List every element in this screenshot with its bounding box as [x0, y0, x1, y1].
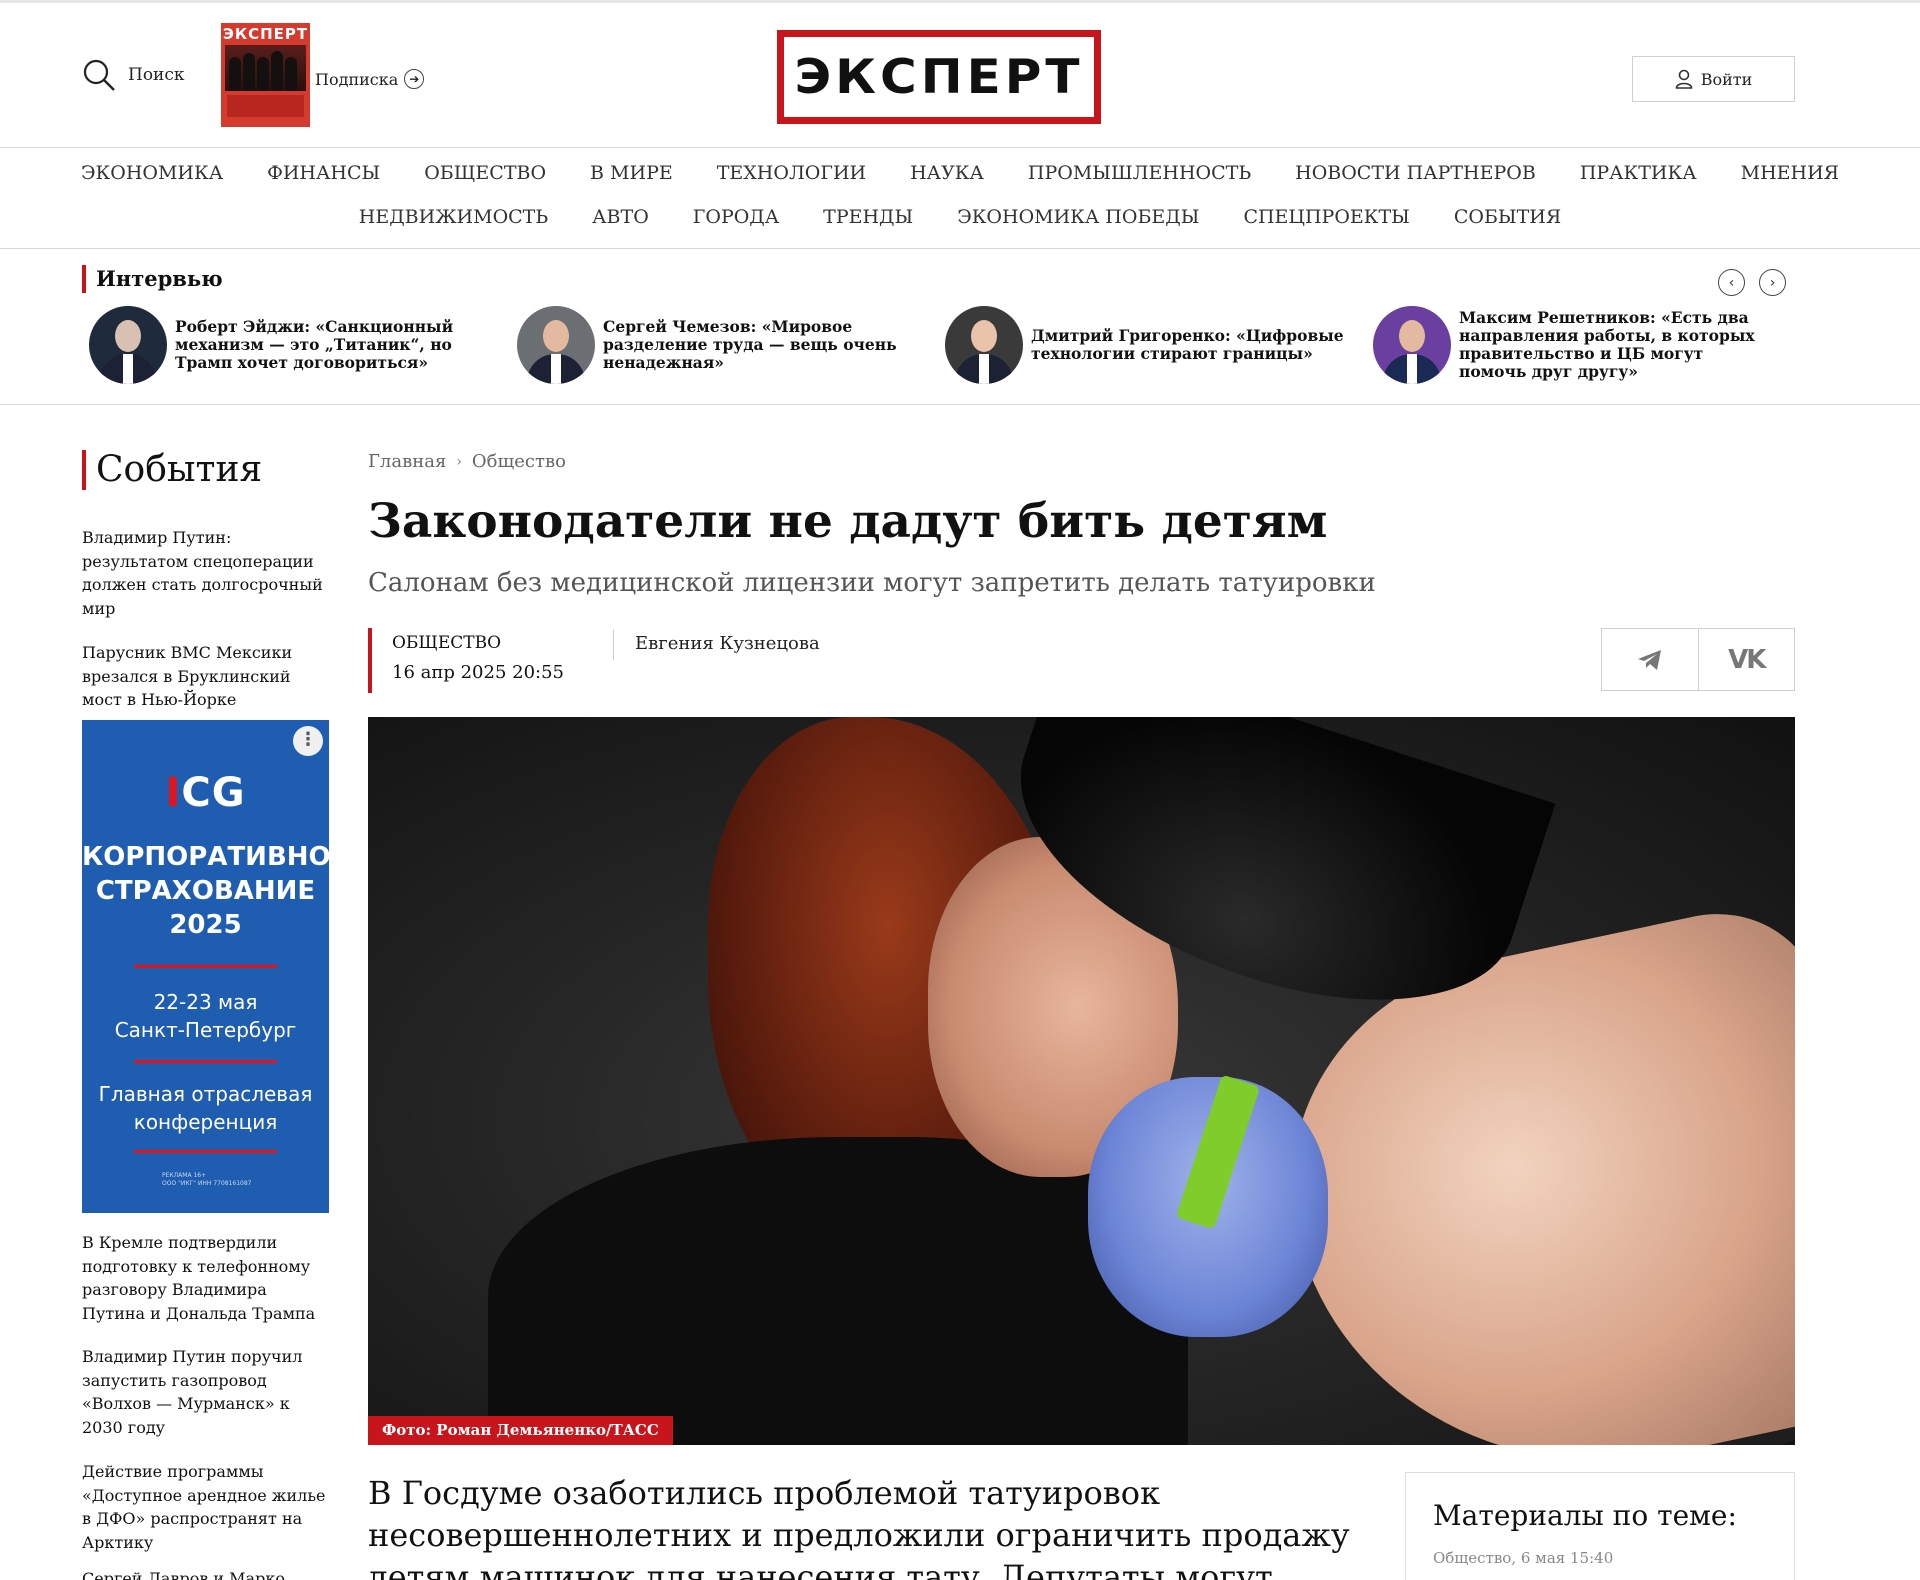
article-author[interactable]: Евгения Кузнецова — [635, 630, 820, 658]
nav-item-partner-news[interactable]: НОВОСТИ ПАРТНЕРОВ — [1273, 162, 1558, 184]
nav-item-society[interactable]: ОБЩЕСТВО — [402, 162, 568, 184]
related-item-meta: Общество, 6 мая 15:40 — [1433, 1549, 1614, 1567]
nav-item-victory-economy[interactable]: ЭКОНОМИКА ПОБЕДЫ — [935, 206, 1221, 228]
site-header: Поиск ЭКСПЕРТ Подписка ➔ ЭКСПЕРТ Войти — [0, 3, 1920, 148]
event-link[interactable]: Парусник ВМС Мексики врезался в Бруклинс… — [82, 641, 332, 712]
article-title: Законодатели не дадут бить детям — [368, 494, 1328, 549]
nav-item-economy[interactable]: ЭКОНОМИКА — [59, 162, 245, 184]
share-telegram-button[interactable] — [1602, 629, 1698, 690]
nav-item-opinions[interactable]: МНЕНИЯ — [1719, 162, 1861, 184]
avatar — [945, 306, 1023, 384]
chevron-right-icon: › — [456, 453, 462, 470]
related-materials: Материалы по теме: Общество, 6 мая 15:40 — [1405, 1472, 1795, 1580]
ad-divider — [134, 965, 277, 968]
nav-item-world[interactable]: В МИРЕ — [568, 162, 695, 184]
interview-item[interactable]: Роберт Эйджи: «Санкционный механизм — эт… — [89, 306, 469, 384]
subscribe-link[interactable]: Подписка ➔ — [315, 69, 425, 89]
telegram-icon — [1637, 649, 1661, 670]
login-label: Войти — [1700, 69, 1753, 89]
chevron-right-icon: › — [1769, 274, 1776, 291]
ad-divider — [134, 1150, 277, 1153]
divider — [0, 404, 1920, 405]
share-vk-button[interactable]: VK — [1697, 629, 1795, 690]
nav-item-technology[interactable]: ТЕХНОЛОГИИ — [695, 162, 888, 184]
logo-text: ЭКСПЕРТ — [794, 49, 1084, 105]
vk-icon: VK — [1728, 644, 1766, 675]
event-link[interactable]: Сергей Лавров и Марко — [82, 1567, 332, 1580]
login-button[interactable]: Войти — [1632, 56, 1795, 102]
more-options-icon[interactable]: ⋮ — [293, 726, 323, 756]
site-logo[interactable]: ЭКСПЕРТ — [777, 30, 1101, 124]
carousel-next-button[interactable]: › — [1759, 269, 1786, 296]
article-meta: ОБЩЕСТВО 16 апр 2025 20:55 — [368, 628, 564, 693]
carousel-prev-button[interactable]: ‹ — [1718, 269, 1745, 296]
events-title: События — [82, 450, 262, 490]
magazine-cover-headline — [227, 95, 304, 117]
related-title: Материалы по теме: — [1433, 1499, 1737, 1532]
avatar — [89, 306, 167, 384]
nav-item-science[interactable]: НАУКА — [888, 162, 1006, 184]
nav-row-2: НЕДВИЖИМОСТЬ АВТО ГОРОДА ТРЕНДЫ ЭКОНОМИК… — [0, 206, 1920, 228]
search-button[interactable]: Поиск — [82, 58, 185, 92]
interview-headline: Максим Решетников: «Есть два направления… — [1459, 308, 1755, 381]
ad-headline: КОРПОРАТИВНОЕ СТРАХОВАНИЕ 2025 — [82, 842, 349, 940]
ad-divider — [134, 1060, 277, 1063]
interview-item[interactable]: Дмитрий Григоренко: «Цифровые технологии… — [945, 306, 1345, 384]
divider — [613, 630, 614, 660]
breadcrumb: Главная › Общество — [368, 451, 566, 472]
nav-row-1: ЭКОНОМИКА ФИНАНСЫ ОБЩЕСТВО В МИРЕ ТЕХНОЛ… — [0, 162, 1920, 184]
nav-item-trends[interactable]: ТРЕНДЫ — [801, 206, 935, 228]
ad-brand-logo: ICG — [165, 770, 246, 816]
article-subtitle: Салонам без медицинской лицензии могут з… — [368, 568, 1376, 598]
chevron-left-icon: ‹ — [1728, 274, 1735, 291]
article-date: 16 апр 2025 20:55 — [392, 662, 565, 683]
ad-conference: Главная отраслевая конференция — [98, 1082, 313, 1134]
article-lead: В Госдуме озаботились проблемой татуиров… — [368, 1474, 1350, 1580]
event-link[interactable]: Владимир Путин поручил запустить газопро… — [82, 1345, 332, 1439]
event-link[interactable]: Действие программы «Доступное арендное ж… — [82, 1460, 332, 1554]
interviews-carousel: Интервью ‹ › Роберт Эйджи: «Санкционный … — [0, 249, 1920, 404]
interview-item[interactable]: Сергей Чемезов: «Мировое разделение труд… — [517, 306, 907, 384]
interviews-title: Интервью — [82, 265, 223, 293]
magazine-cover-title: ЭКСПЕРТ — [222, 25, 309, 43]
nav-item-realty[interactable]: НЕДВИЖИМОСТЬ — [337, 206, 570, 228]
magazine-cover[interactable]: ЭКСПЕРТ — [221, 23, 310, 127]
main-nav: ЭКОНОМИКА ФИНАНСЫ ОБЩЕСТВО В МИРЕ ТЕХНОЛ… — [0, 148, 1920, 248]
search-label: Поиск — [128, 65, 185, 85]
user-icon — [1675, 69, 1693, 89]
article-photo — [368, 717, 1795, 1445]
nav-item-cities[interactable]: ГОРОДА — [671, 206, 801, 228]
nav-item-finance[interactable]: ФИНАНСЫ — [245, 162, 402, 184]
arrow-right-circle-icon: ➔ — [404, 69, 425, 89]
ad-dates: 22-23 мая Санкт-Петербург — [114, 990, 297, 1042]
nav-item-auto[interactable]: АВТО — [570, 206, 671, 228]
subscribe-label: Подписка — [315, 69, 399, 89]
interview-headline: Сергей Чемезов: «Мировое разделение труд… — [603, 317, 897, 372]
avatar — [517, 306, 595, 384]
event-link[interactable]: В Кремле подтвердили подготовку к телефо… — [82, 1231, 332, 1325]
avatar — [1373, 306, 1451, 384]
breadcrumb-section[interactable]: Общество — [472, 451, 566, 472]
nav-item-industry[interactable]: ПРОМЫШЛЕННОСТЬ — [1006, 162, 1273, 184]
breadcrumb-home[interactable]: Главная — [368, 451, 446, 472]
photo-caption: Фото: Роман Демьяненко/ТАСС — [368, 1416, 673, 1445]
nav-item-special-projects[interactable]: СПЕЦПРОЕКТЫ — [1221, 206, 1431, 228]
article-rubric[interactable]: ОБЩЕСТВО — [392, 628, 564, 658]
share-buttons: VK — [1601, 628, 1795, 691]
event-link[interactable]: Владимир Путин: результатом спецоперации… — [82, 526, 332, 620]
nav-item-events[interactable]: СОБЫТИЯ — [1432, 206, 1583, 228]
nav-item-practice[interactable]: ПРАКТИКА — [1558, 162, 1719, 184]
interview-item[interactable]: Максим Решетников: «Есть два направления… — [1373, 306, 1773, 384]
magazine-cover-photo — [225, 45, 306, 91]
interview-headline: Роберт Эйджи: «Санкционный механизм — эт… — [175, 317, 454, 372]
search-icon — [83, 59, 115, 91]
interview-headline: Дмитрий Григоренко: «Цифровые технологии… — [1031, 326, 1344, 363]
ad-banner[interactable]: ⋮ ICG КОРПОРАТИВНОЕ СТРАХОВАНИЕ 2025 22-… — [82, 720, 349, 1213]
